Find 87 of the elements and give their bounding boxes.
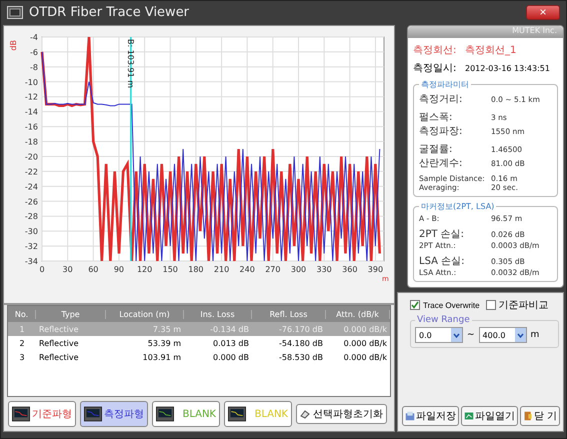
- info-label: 측정회선:: [413, 44, 458, 57]
- close-button[interactable]: ×: [526, 4, 560, 20]
- y-axis-label: dB: [9, 40, 18, 51]
- table-cell-text: 0.000 dB/k: [342, 352, 388, 362]
- y-tick-label: -4: [30, 33, 38, 42]
- x-tick-label: 180: [188, 265, 204, 274]
- param-label: 산란계수:: [419, 157, 464, 170]
- checkbox-label[interactable]: 기준파비교: [498, 298, 549, 312]
- y-tick-label: -20: [24, 152, 38, 162]
- info-value: 측정회선_1: [465, 44, 518, 57]
- unit-label: m: [530, 330, 540, 340]
- x-tick-label: 30: [62, 265, 73, 274]
- param-label: LSA 손실:: [419, 255, 466, 268]
- column-header[interactable]: No.: [8, 310, 36, 318]
- x-tick-label: 60: [88, 265, 98, 274]
- trace-button[interactable]: 측정파형: [80, 401, 148, 427]
- column-header[interactable]: Attn. (dB/k: [326, 310, 390, 318]
- y-tick-label: -14: [24, 108, 38, 117]
- x-tick-label: 210: [214, 265, 230, 274]
- table-cell-text: 7.35 m: [152, 324, 182, 334]
- x-tick-label: 90: [114, 265, 124, 274]
- table-cell-text: -76.170 dB: [278, 324, 324, 334]
- column-header[interactable]: Ins. Loss: [184, 310, 252, 318]
- table-cell-text: 0.013 dB: [212, 338, 250, 348]
- brand-label: MUTEK Inc.: [408, 26, 563, 38]
- param-label: 굴절률:: [419, 143, 454, 156]
- table-row[interactable]: 3 Reflective 103.91 m 0.000 dB -58.530 dB 0.000 dB/k: [8, 350, 390, 364]
- range-separator: ~: [467, 330, 475, 340]
- column-header[interactable]: Type: [36, 310, 106, 318]
- x-tick-label: 150: [162, 265, 178, 274]
- y-tick-label: -18: [24, 138, 38, 147]
- y-tick-label: -34: [24, 257, 38, 266]
- y-tick-label: -32: [24, 242, 38, 252]
- table-cell-text: Reflective: [38, 338, 80, 348]
- column-header[interactable]: Location (m): [106, 310, 184, 318]
- table-cell-text: 103.91 m: [142, 352, 182, 362]
- table-cell-text: 1: [18, 324, 26, 334]
- group-title: 마커정보(2PT, LSA): [420, 201, 496, 212]
- x-tick-label: 390: [368, 265, 384, 274]
- table-cell-text: Reflective: [38, 352, 80, 362]
- action-button[interactable]: 파일열기: [461, 406, 518, 426]
- x-tick-label: 0: [39, 265, 45, 274]
- group-title: View Range: [416, 315, 471, 325]
- table-cell-text: 3: [18, 352, 26, 362]
- reset-button[interactable]: 선택파형초기화: [296, 404, 387, 424]
- param-label: 2PT 손실:: [419, 228, 466, 241]
- column-header[interactable]: Refl. Loss: [252, 310, 326, 318]
- param-label: 측정파장:: [419, 125, 464, 138]
- param-label: 펄스폭:: [419, 111, 454, 124]
- table-cell-text: -54.180 dB: [278, 338, 324, 348]
- y-tick-label: -22: [24, 167, 38, 176]
- table-row[interactable]: 2 Reflective 53.39 m 0.013 dB -54.180 dB 0.000 dB/k: [8, 336, 390, 350]
- marker-label: B: 103.91 m: [126, 39, 135, 88]
- table-cell-text: 2: [18, 338, 26, 348]
- table-cell-text: 0.000 dB: [212, 352, 250, 362]
- y-tick-label: -8: [30, 62, 38, 72]
- y-tick-label: -16: [24, 122, 38, 132]
- info-value: 2012-03-16 13:43:51: [465, 64, 551, 72]
- info-label: 측정일시:: [413, 62, 458, 75]
- x-tick-label: 240: [240, 265, 255, 274]
- y-tick-label: -28: [24, 212, 38, 222]
- checkbox-label[interactable]: Trace Overwrite: [423, 300, 480, 310]
- x-tick-label: 360: [342, 265, 358, 274]
- x-tick-label: 330: [316, 265, 332, 274]
- table-cell-text: Reflective: [38, 324, 80, 334]
- range-dropdown[interactable]: 0.0: [415, 327, 463, 343]
- table-cell-text: 53.39 m: [146, 338, 182, 348]
- y-tick-label: -10: [24, 78, 38, 87]
- action-button[interactable]: 파일저장: [402, 406, 459, 426]
- window-title: OTDR Fiber Trace Viewer: [29, 4, 190, 20]
- param-label: 측정거리:: [419, 93, 464, 106]
- table-cell-text: -0.134 dB: [209, 324, 250, 334]
- x-tick-label: 300: [290, 265, 306, 274]
- table-cell-text: -58.530 dB: [278, 352, 324, 362]
- table-cell-text: 0.000 dB/k: [342, 338, 388, 348]
- y-tick-label: -24: [24, 182, 38, 192]
- y-tick-label: -12: [24, 92, 38, 102]
- x-tick-label: 120: [136, 265, 152, 274]
- group-title: 측정파라미터: [420, 79, 470, 90]
- y-tick-label: -6: [30, 48, 38, 57]
- y-tick-label: -30: [24, 227, 38, 236]
- trace-button[interactable]: 기준파형: [8, 401, 76, 427]
- table-cell-text: 0.000 dB/k: [342, 324, 388, 334]
- action-button[interactable]: 닫 기: [520, 406, 560, 426]
- range-dropdown[interactable]: 400.0: [478, 327, 527, 343]
- x-tick-label: 270: [265, 265, 280, 274]
- y-tick-label: -26: [24, 197, 38, 206]
